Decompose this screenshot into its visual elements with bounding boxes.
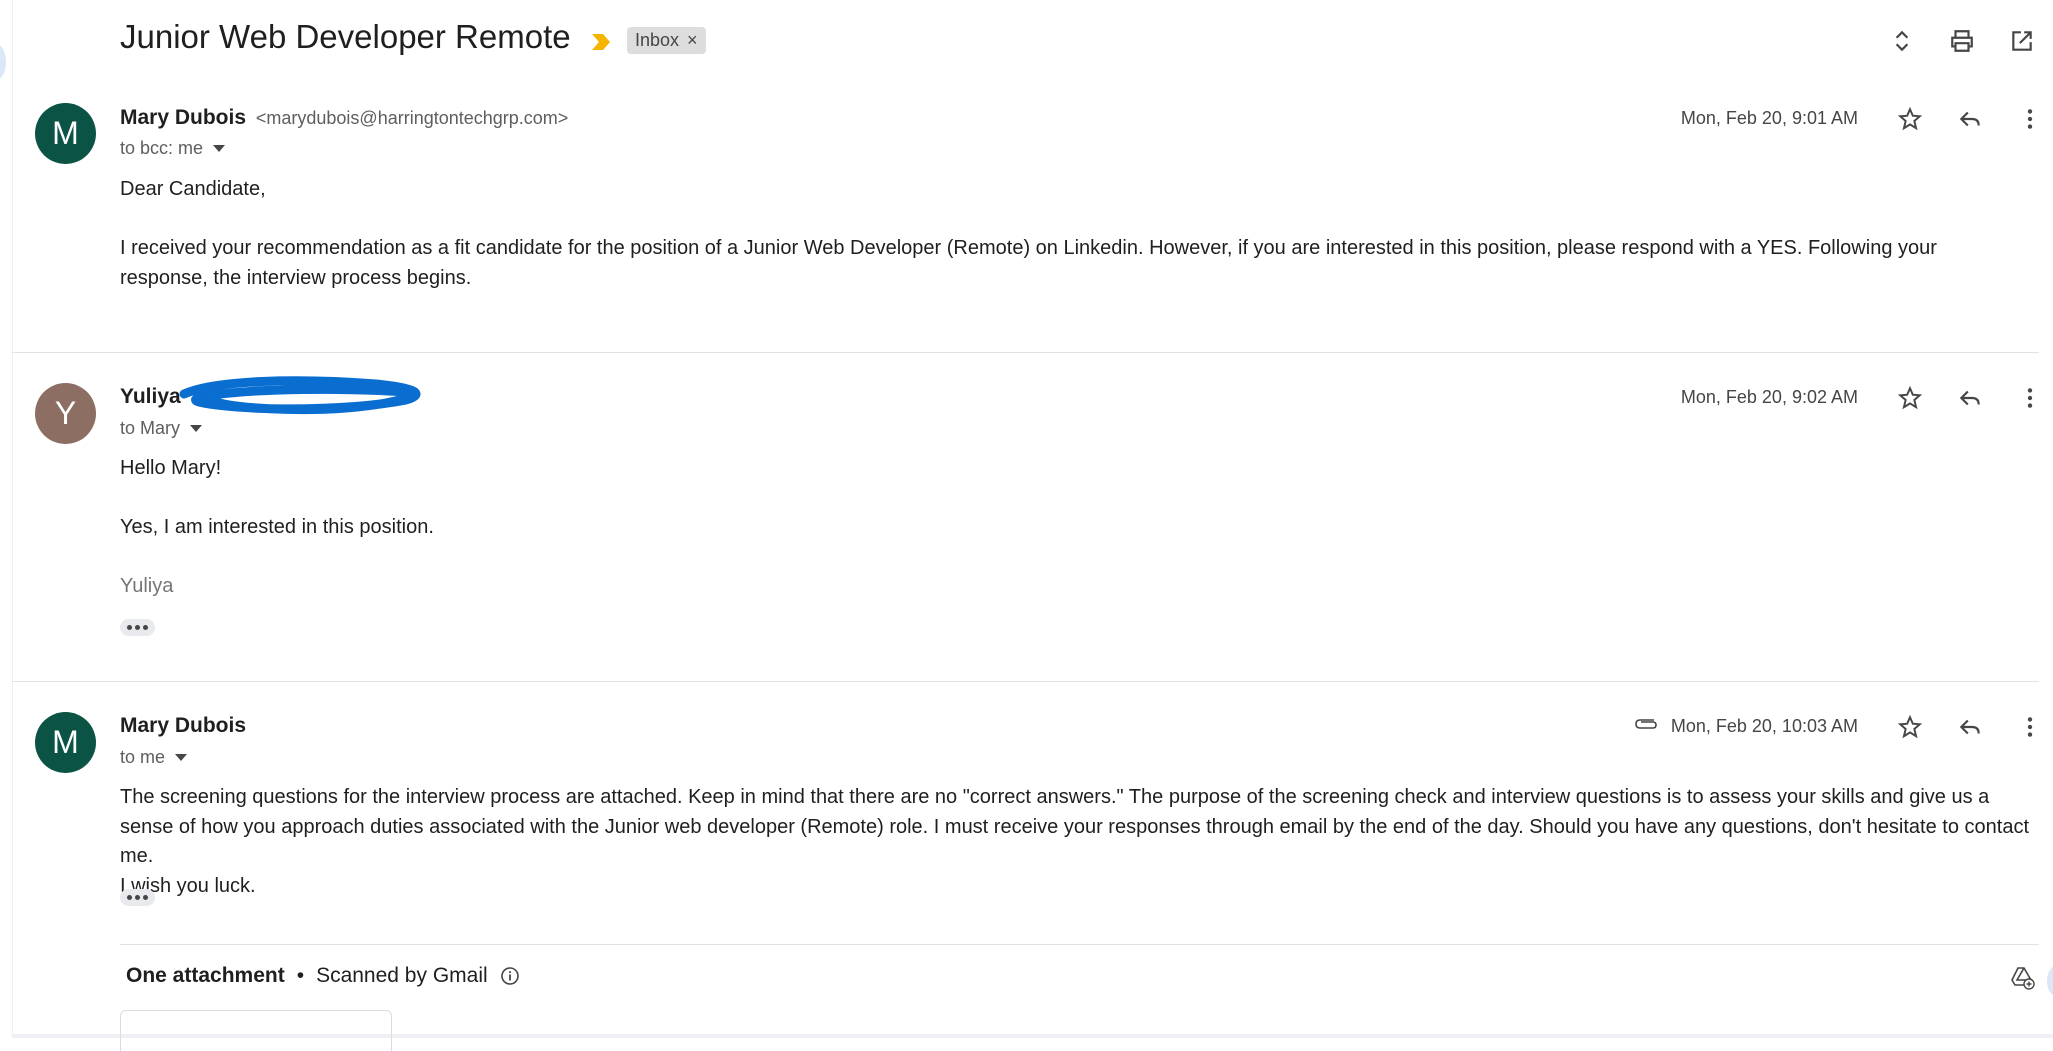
avatar[interactable]: Y (35, 383, 96, 444)
message-actions (1893, 102, 2047, 136)
sender-email: <marydubois@harringtontechgrp.com> (255, 108, 569, 128)
avatar[interactable]: M (35, 712, 96, 773)
body-paragraph: The screening questions for the intervie… (120, 786, 2030, 867)
separator: • (296, 964, 305, 987)
remove-label-icon[interactable]: × (687, 30, 698, 51)
print-icon[interactable] (1945, 24, 1979, 58)
label-chip-inbox: Inbox × (627, 27, 706, 54)
more-options-icon[interactable] (2013, 381, 2047, 415)
reply-icon[interactable] (1953, 710, 1987, 744)
side-panel-edge (2047, 966, 2053, 996)
chevron-down-icon[interactable] (190, 425, 203, 432)
message-actions (1893, 381, 2047, 415)
expand-collapse-icon[interactable] (1885, 24, 1919, 58)
chevron-down-icon[interactable] (175, 754, 188, 761)
sender: Mary Dubois <marydubois@harringtontechgr… (120, 106, 568, 130)
reply-icon[interactable] (1953, 102, 1987, 136)
add-to-drive-icon[interactable] (2005, 960, 2039, 994)
body-paragraph: I wish you luck. (120, 874, 256, 897)
star-icon[interactable] (1893, 102, 1927, 136)
open-new-window-icon[interactable] (2005, 24, 2039, 58)
recipient-details[interactable]: to bcc: me (120, 138, 226, 159)
thread-toolbar (1885, 24, 2039, 58)
message-body: Dear Candidate, I received your recommen… (120, 175, 2030, 293)
body-paragraph: Hello Mary! (120, 457, 222, 479)
sender-name[interactable]: Yuliya (120, 385, 181, 408)
attachment-header: One attachment • Scanned by Gmail (126, 964, 520, 988)
show-trimmed-content-button[interactable] (120, 619, 155, 636)
message-divider (12, 681, 2039, 682)
importance-marker-icon[interactable] (590, 31, 612, 53)
sender: Yuliya (120, 385, 181, 409)
star-icon[interactable] (1893, 710, 1927, 744)
message-date: Mon, Feb 20, 10:03 AM (1670, 716, 1858, 736)
chevron-down-icon[interactable] (213, 145, 226, 152)
frame-border (12, 0, 13, 1038)
sender-name[interactable]: Mary Dubois (120, 714, 246, 737)
signature: Yuliya (120, 575, 174, 597)
sender-name[interactable]: Mary Dubois (120, 106, 246, 129)
recipient-text: to Mary (120, 418, 181, 438)
recipient-details[interactable]: to me (120, 747, 188, 768)
more-options-icon[interactable] (2013, 710, 2047, 744)
attachment-count: One attachment (126, 964, 285, 987)
scan-status: Scanned by Gmail (316, 964, 488, 987)
left-panel-edge (0, 44, 6, 80)
message-body: The screening questions for the intervie… (120, 783, 2030, 901)
thread-subject: Junior Web Developer Remote (120, 18, 571, 55)
recipient-text: to me (120, 747, 166, 767)
info-icon[interactable] (500, 966, 520, 986)
body-paragraph: I received your recommendation as a fit … (120, 237, 1937, 289)
reply-icon[interactable] (1953, 381, 1987, 415)
label-chip-text: Inbox (635, 30, 680, 50)
body-paragraph: Yes, I am interested in this position. (120, 516, 434, 538)
show-trimmed-content-button[interactable] (120, 889, 155, 906)
recipient-details[interactable]: to Mary (120, 418, 203, 439)
message-date: Mon, Feb 20, 9:01 AM (1680, 108, 1858, 128)
message-divider (12, 352, 2039, 353)
attachment-divider (120, 944, 2039, 945)
more-options-icon[interactable] (2013, 102, 2047, 136)
message-actions (1893, 710, 2047, 744)
body-paragraph: Dear Candidate, (120, 178, 266, 200)
message-body: Hello Mary! Yes, I am interested in this… (120, 454, 2030, 602)
attachment-card[interactable] (120, 1010, 392, 1051)
star-icon[interactable] (1893, 381, 1927, 415)
avatar[interactable]: M (35, 103, 96, 164)
attachment-icon (1635, 719, 1657, 729)
message-date: Mon, Feb 20, 9:02 AM (1680, 387, 1858, 407)
sender: Mary Dubois (120, 714, 246, 738)
recipient-text: to bcc: me (120, 138, 204, 158)
redaction-scribble (179, 376, 421, 415)
